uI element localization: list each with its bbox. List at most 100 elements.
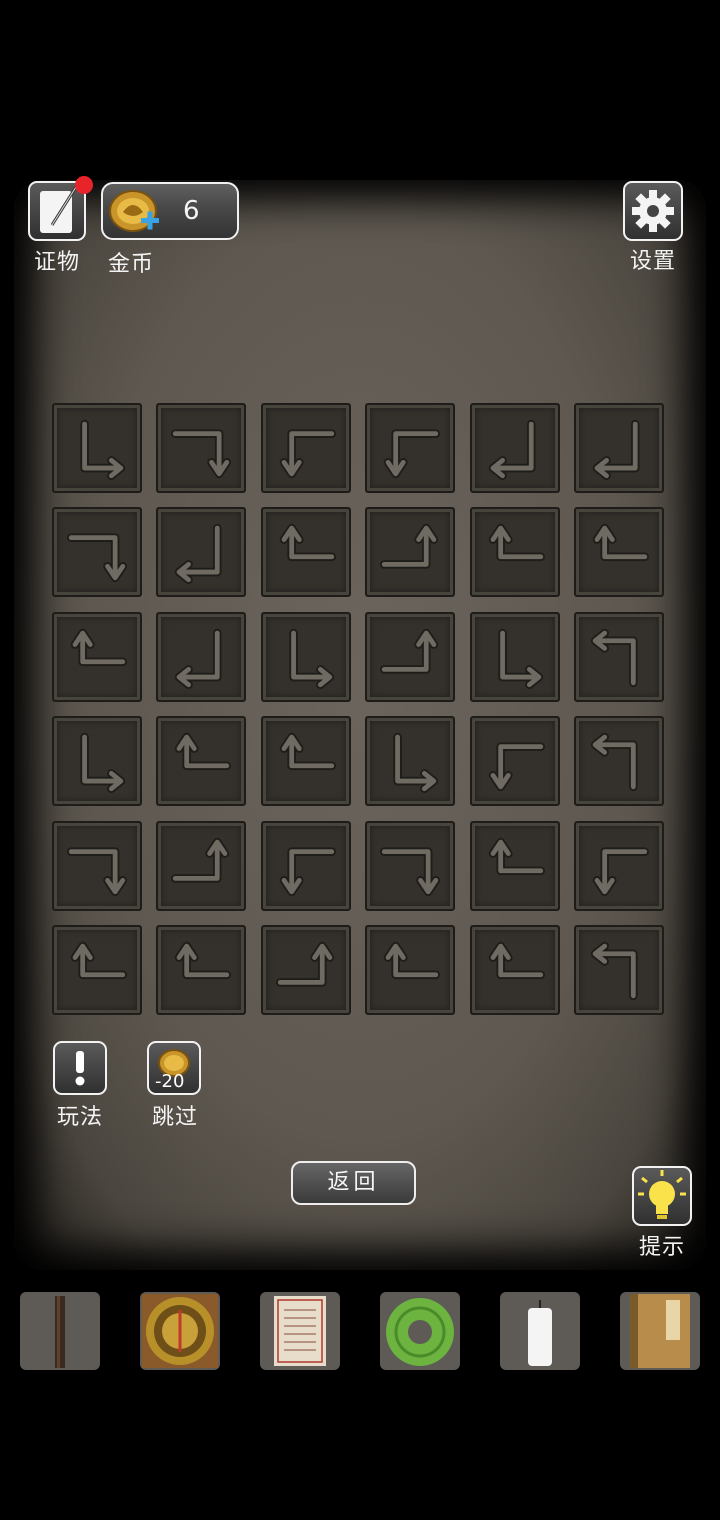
- arrow-up-right-icon: [592, 524, 650, 562]
- arrow-tile-r1-c6[interactable]: [574, 403, 664, 493]
- arrow-up-right-icon: [383, 941, 441, 980]
- arrow-up-right-icon: [488, 941, 545, 980]
- arrow-down-right-icon: [393, 732, 439, 794]
- arrow-left-down-icon: [592, 846, 650, 896]
- arrow-right-up-icon: [380, 524, 439, 570]
- inventory-slot-3[interactable]: [260, 1292, 340, 1370]
- arrow-tile-r5-c1[interactable]: [52, 820, 142, 911]
- back-button[interactable]: 返回: [291, 1161, 416, 1205]
- arrow-right-up-icon: [171, 837, 230, 883]
- arrow-tile-r6-c1[interactable]: [52, 925, 142, 1015]
- arrow-up-right-icon: [175, 941, 232, 980]
- coin-value: 6: [183, 196, 200, 226]
- arrow-tile-r1-c5[interactable]: [469, 403, 560, 493]
- arrow-tile-r4-c3[interactable]: [260, 716, 351, 807]
- hint-button[interactable]: [632, 1166, 692, 1226]
- arrow-tile-r6-c2[interactable]: [156, 925, 247, 1015]
- inventory-slot-6[interactable]: [620, 1292, 700, 1370]
- inventory-slot-4[interactable]: [380, 1292, 460, 1370]
- arrow-right-down-icon: [380, 846, 441, 896]
- coins-label: 金币: [107, 252, 154, 277]
- arrow-tile-r4-c2[interactable]: [156, 716, 247, 807]
- arrow-tile-r3-c2[interactable]: [156, 611, 247, 702]
- arrow-left-down-icon: [279, 429, 336, 479]
- arrow-up-left-icon: [590, 732, 638, 792]
- arrow-tile-r2-c1[interactable]: [52, 507, 142, 598]
- arrow-tile-r1-c2[interactable]: [156, 403, 247, 493]
- arrow-tile-r2-c3[interactable]: [260, 507, 351, 598]
- lightbulb-icon: [638, 1170, 686, 1219]
- arrow-tile-r3-c5[interactable]: [469, 611, 560, 702]
- document-icon: [274, 1296, 326, 1366]
- arrow-tile-r1-c4[interactable]: [365, 403, 456, 493]
- arrow-tile-r2-c4[interactable]: [365, 507, 456, 598]
- inventory-slot-5[interactable]: [500, 1292, 580, 1370]
- book-icon: [630, 1294, 690, 1368]
- settings-button[interactable]: [623, 181, 683, 241]
- arrow-down-left-icon: [488, 419, 536, 481]
- arrow-right-down-icon: [66, 846, 128, 896]
- arrow-down-left-icon: [175, 628, 222, 689]
- arrow-tile-r6-c4[interactable]: [365, 925, 456, 1015]
- arrow-down-right-icon: [289, 628, 334, 689]
- arrow-tile-r2-c6[interactable]: [574, 507, 664, 598]
- arrow-left-down-icon: [383, 429, 441, 479]
- arrow-tile-r4-c5[interactable]: [469, 716, 560, 807]
- arrow-tile-r5-c6[interactable]: [574, 820, 664, 911]
- skip-label: 跳过: [151, 1105, 198, 1130]
- arrow-tile-r4-c1[interactable]: [52, 716, 142, 807]
- gear-icon: [632, 190, 674, 232]
- jade-disc-icon: [386, 1298, 454, 1366]
- arrow-tile-r2-c5[interactable]: [469, 507, 560, 598]
- arrow-tile-r5-c2[interactable]: [156, 820, 247, 911]
- arrow-tile-r3-c1[interactable]: [52, 611, 142, 702]
- arrow-tile-r3-c6[interactable]: [574, 611, 664, 702]
- arrow-up-right-icon: [488, 837, 545, 875]
- arrow-down-left-icon: [592, 419, 640, 481]
- arrow-up-right-icon: [175, 732, 232, 771]
- arrow-tile-r1-c1[interactable]: [52, 403, 142, 493]
- arrow-tile-r3-c4[interactable]: [365, 611, 456, 702]
- compass-icon: [142, 1294, 218, 1368]
- arrow-up-left-icon: [590, 628, 638, 687]
- arrow-tile-r6-c3[interactable]: [260, 925, 351, 1015]
- inventory-slot-2[interactable]: [140, 1292, 220, 1370]
- arrow-tile-r5-c5[interactable]: [469, 820, 560, 911]
- arrow-tile-r6-c6[interactable]: [574, 925, 664, 1015]
- arrow-tile-r5-c3[interactable]: [260, 820, 351, 911]
- evidence-label: 证物: [33, 250, 80, 275]
- arrow-up-right-icon: [279, 524, 336, 562]
- arrow-tile-r1-c3[interactable]: [260, 403, 351, 493]
- arrow-right-up-icon: [275, 941, 334, 987]
- how-to-play-label: 玩法: [56, 1105, 103, 1130]
- wooden-stick-icon: [55, 1296, 65, 1368]
- arrow-down-left-icon: [175, 524, 222, 585]
- arrow-tile-r4-c6[interactable]: [574, 716, 664, 807]
- arrow-tile-r2-c2[interactable]: [156, 507, 247, 598]
- arrow-up-left-icon: [590, 941, 638, 1001]
- arrow-left-down-icon: [279, 846, 336, 896]
- arrow-left-down-icon: [488, 742, 545, 792]
- exclamation-icon: [75, 1051, 85, 1086]
- arrow-tile-r3-c3[interactable]: [260, 611, 351, 702]
- arrow-tile-r5-c4[interactable]: [365, 820, 456, 911]
- arrow-tile-r6-c5[interactable]: [469, 925, 560, 1015]
- settings-label: 设置: [629, 249, 676, 274]
- how-to-play-button[interactable]: [53, 1041, 107, 1095]
- coin-counter[interactable]: 6: [101, 182, 239, 240]
- arrow-right-down-icon: [66, 533, 128, 583]
- hint-label: 提示: [638, 1235, 685, 1260]
- notification-dot: [75, 176, 93, 194]
- skip-cost: -20: [155, 1071, 185, 1092]
- skip-button[interactable]: -20: [147, 1041, 201, 1095]
- coin-icon: [109, 190, 159, 232]
- arrow-tile-r4-c4[interactable]: [365, 716, 456, 807]
- candle-icon: [528, 1300, 552, 1366]
- arrow-down-right-icon: [80, 419, 126, 481]
- arrow-up-right-icon: [70, 941, 128, 980]
- inventory-slot-1[interactable]: [20, 1292, 100, 1370]
- arrow-right-down-icon: [171, 429, 232, 479]
- arrow-down-right-icon: [497, 628, 543, 689]
- arrow-up-right-icon: [70, 628, 128, 666]
- arrow-up-right-icon: [279, 732, 336, 771]
